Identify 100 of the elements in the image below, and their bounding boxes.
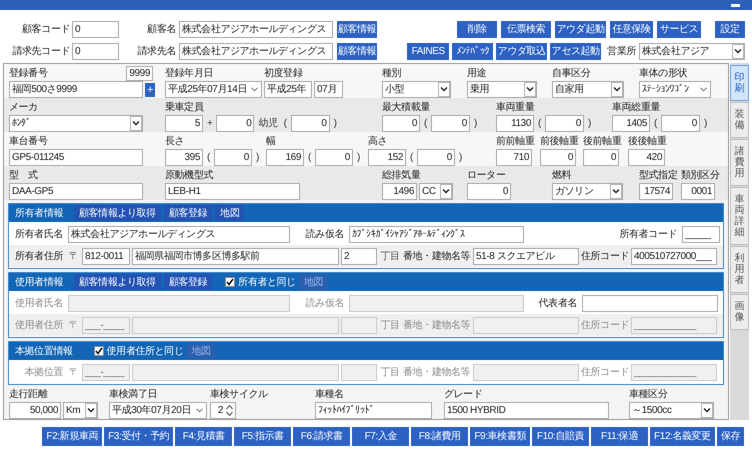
checkbox[interactable] [94, 346, 104, 356]
side-tab[interactable]: 装備 [730, 102, 749, 138]
input-field[interactable]: 0 [216, 115, 254, 132]
input-field[interactable]: 5 [165, 115, 203, 132]
side-tab[interactable]: 印刷 [730, 65, 749, 101]
input-field[interactable]: 1496 [382, 183, 417, 200]
input-field[interactable]: 福岡県福岡市博多区博多駅前 [132, 248, 339, 264]
side-tab[interactable]: 諸費用 [730, 139, 749, 186]
input-field[interactable]: 420 [628, 149, 665, 166]
input-field[interactable]: 株式会社アジアホールディングス [179, 43, 333, 60]
input-field[interactable]: 0001 [681, 183, 715, 200]
dropdown[interactable]: 自家用 [552, 81, 624, 98]
date-picker[interactable]: 平成25年07月14日 [165, 81, 262, 98]
input-field[interactable]: 51-8 スクエアビル [473, 248, 579, 264]
input-field[interactable]: 1500 HYBRID [444, 402, 609, 419]
input-field[interactable]: 1130 [496, 115, 534, 132]
button[interactable]: 顧客情報 [337, 43, 377, 60]
input-field[interactable] [582, 294, 718, 312]
input-field[interactable]: 0 [72, 43, 119, 60]
input-field[interactable]: 株式会社アジアホールディングス [68, 226, 290, 242]
dropdown[interactable]: ～1500cc [629, 402, 714, 419]
dropdown[interactable]: ﾎﾝﾀﾞ [9, 115, 143, 132]
side-tab[interactable]: 画像 [730, 294, 749, 330]
button[interactable]: F6:請求書 [293, 427, 350, 446]
button[interactable]: F9:車検書類 [470, 427, 530, 446]
input-field[interactable]: 0 [583, 149, 619, 166]
input-field[interactable]: 0 [544, 115, 584, 132]
input-field[interactable]: 17574 [639, 183, 673, 200]
button[interactable]: 設定 [715, 21, 745, 38]
button[interactable]: 伝票検索 [501, 21, 551, 38]
input-field[interactable]: LEB-H1 [165, 183, 300, 200]
button[interactable]: 任意保険 [610, 21, 653, 38]
dropdown[interactable]: 乗用 [467, 81, 537, 98]
button[interactable]: F12:名義変更 [650, 427, 715, 446]
button[interactable]: 顧客情報より取得 [74, 274, 161, 290]
input-field[interactable]: 400510727000___ [631, 248, 717, 264]
input-field[interactable]: 152 [368, 149, 406, 166]
button[interactable]: アウダ起動 [555, 21, 606, 38]
button[interactable]: F2:新規車両 [42, 427, 102, 446]
input-field[interactable]: 2 [341, 248, 377, 264]
input-field[interactable]: 0 [467, 183, 511, 200]
date-picker[interactable]: ｽﾃｰｼｮﾝﾜｺﾞﾝ [639, 81, 711, 98]
side-tab[interactable]: 利用者 [730, 246, 749, 293]
input-field[interactable]: 平成25年 [264, 81, 312, 98]
side-tab[interactable]: 車両詳細 [730, 187, 749, 245]
checkbox-label[interactable]: 使用者住所と同じ [106, 344, 184, 358]
button[interactable]: 地図 [215, 205, 244, 221]
button[interactable]: 顧客情報より取得 [74, 205, 161, 221]
input-field[interactable]: 0 [382, 115, 420, 132]
input-field[interactable]: 07月 [314, 81, 343, 98]
button[interactable]: F3:受付・予約 [104, 427, 174, 446]
checkbox[interactable] [225, 277, 236, 287]
button[interactable]: F7:入金 [352, 427, 410, 446]
date-picker[interactable]: 平成30年07月20日 [109, 402, 207, 419]
button[interactable]: ﾒﾝﾃﾊﾟｯｸ [452, 43, 494, 60]
dropdown[interactable]: 株式会社アジア [639, 43, 745, 60]
button[interactable]: 顧客情報 [337, 21, 377, 38]
button[interactable]: 顧客登録 [164, 205, 212, 221]
input-field[interactable]: 0 [72, 21, 119, 38]
button[interactable]: 顧客登録 [164, 274, 212, 290]
input-field[interactable]: 1405 [612, 115, 650, 132]
input-field[interactable]: 395 [165, 149, 203, 166]
add-button[interactable]: + [145, 82, 155, 96]
button[interactable]: アウダ取込 [496, 43, 548, 60]
input-field[interactable]: 710 [496, 149, 532, 166]
button[interactable]: F10:自賠責 [532, 427, 589, 446]
button[interactable]: 保存 [716, 427, 744, 446]
input-field[interactable]: DAA-GP5 [9, 183, 143, 200]
input-field[interactable]: 0 [290, 115, 330, 132]
dropdown[interactable]: Km [63, 402, 98, 419]
button[interactable]: F11:保適 [590, 427, 648, 446]
spinner-arrows-icon[interactable] [226, 404, 233, 417]
input-field[interactable]: _____ [682, 226, 720, 242]
button[interactable]: F5:指示書 [234, 427, 292, 446]
button[interactable]: アセス起動 [550, 43, 602, 60]
button[interactable]: F8:諸費用 [411, 427, 468, 446]
input-field[interactable]: GP5-011245 [9, 149, 143, 166]
button[interactable]: FAINES [407, 43, 450, 60]
input-field[interactable]: 0 [314, 149, 353, 166]
input-field[interactable]: 0 [214, 149, 252, 166]
input-field[interactable]: 50,000 [9, 402, 61, 419]
input-field[interactable]: 169 [266, 149, 304, 166]
button[interactable]: サービス [657, 21, 701, 38]
input-field[interactable]: 0 [430, 115, 470, 132]
input-field[interactable]: 812-0011 [82, 248, 130, 264]
number-spinner[interactable]: 2 [210, 402, 236, 419]
checkbox-label[interactable]: 所有者と同じ [238, 274, 296, 290]
dropdown[interactable]: 小型 [382, 81, 451, 98]
input-field[interactable]: 株式会社アジアホールディングス [179, 21, 333, 38]
input-field[interactable]: ｶﾌﾞｼｷｶﾞｲｼｬｱｼﾞｱﾎｰﾙﾃﾞｨﾝｸﾞｽ [349, 226, 524, 242]
input-field[interactable]: 福岡500さ9999 [9, 81, 143, 98]
button[interactable]: F4:見積書 [175, 427, 232, 446]
minimize-icon[interactable] [731, 4, 740, 6]
dropdown[interactable]: CC [419, 183, 453, 200]
dropdown[interactable]: ガソリン [552, 183, 623, 200]
input-field[interactable]: 9999 [126, 66, 153, 80]
input-field[interactable]: 0 [540, 149, 576, 166]
input-field[interactable]: 0 [416, 149, 455, 166]
button[interactable]: 削除 [457, 21, 497, 38]
input-field[interactable]: ﾌｨｯﾄﾊｲﾌﾞﾘｯﾄﾞ [315, 402, 432, 419]
